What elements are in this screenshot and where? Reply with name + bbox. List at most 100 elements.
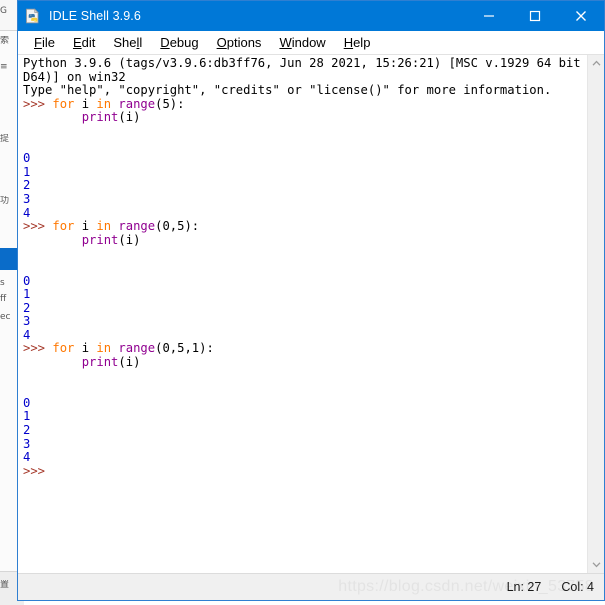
shell-token: 0 bbox=[23, 395, 31, 410]
menu-item-shell[interactable]: Shell bbox=[104, 33, 151, 53]
shell-token bbox=[23, 233, 82, 247]
shell-line: 1 bbox=[23, 410, 587, 424]
menu-item-edit[interactable]: Edit bbox=[64, 33, 104, 53]
shell-token: in bbox=[96, 219, 112, 234]
shell-line: >>> for i in range(5): bbox=[23, 96, 587, 112]
shell-line: print(i) bbox=[23, 232, 587, 248]
shell-token: 3 bbox=[23, 191, 31, 206]
screenshot-root: G 索 ≡ 提 功 s ff ec 置 IDLE Shell 3.9.6 Fil… bbox=[0, 0, 605, 605]
shell-line: 3 bbox=[23, 436, 587, 452]
shell-token: 3 bbox=[23, 436, 31, 451]
shell-token: i bbox=[74, 219, 97, 234]
maximize-button[interactable] bbox=[512, 1, 558, 31]
shell-line: 2 bbox=[23, 300, 587, 316]
shell-line: 4 bbox=[23, 327, 587, 343]
idle-shell-window: IDLE Shell 3.9.6 File Edit Shell Debug O… bbox=[17, 0, 605, 601]
shell-line: 4 bbox=[23, 205, 587, 221]
shell-line: Python 3.9.6 (tags/v3.9.6:db3ff76, Jun 2… bbox=[23, 56, 587, 71]
shell-token: 2 bbox=[23, 178, 31, 193]
shell-line: print(i) bbox=[23, 355, 587, 370]
shell-token: print bbox=[81, 355, 119, 370]
menu-item-debug[interactable]: Debug bbox=[151, 33, 207, 53]
menu-bar[interactable]: File Edit Shell Debug Options Window Hel… bbox=[18, 31, 604, 55]
shell-token: Python 3.9.6 (tags/v3.9.6:db3ff76, Jun 2… bbox=[23, 56, 587, 70]
shell-line: >>> for i in range(0,5): bbox=[23, 219, 587, 234]
scroll-down-arrow-icon[interactable] bbox=[588, 556, 605, 573]
shell-token: 2 bbox=[23, 423, 31, 438]
shell-token: (0,5): bbox=[155, 219, 200, 234]
window-title: IDLE Shell 3.9.6 bbox=[49, 9, 141, 23]
shell-line: 0 bbox=[23, 273, 587, 289]
shell-token: 1 bbox=[23, 164, 31, 179]
shell-line: D64)] on win32 bbox=[23, 69, 587, 85]
shell-token: print bbox=[81, 232, 119, 247]
shell-token: range bbox=[118, 219, 156, 234]
shell-token: 4 bbox=[23, 450, 31, 465]
status-line-indicator: Ln: 27 bbox=[506, 580, 542, 594]
shell-token: i bbox=[74, 341, 97, 356]
shell-token: i bbox=[74, 96, 97, 111]
shell-token: (5): bbox=[155, 96, 185, 111]
shell-line: 4 bbox=[23, 450, 587, 465]
shell-token: in bbox=[96, 96, 112, 111]
python-idle-icon bbox=[25, 8, 41, 24]
shell-line: print(i) bbox=[23, 111, 587, 125]
shell-token: (i) bbox=[118, 355, 141, 370]
menu-item-window[interactable]: Window bbox=[270, 33, 334, 53]
shell-line: Type "help", "copyright", "credits" or "… bbox=[23, 83, 587, 98]
shell-output-text[interactable]: Python 3.9.6 (tags/v3.9.6:db3ff76, Jun 2… bbox=[18, 55, 587, 573]
shell-token: (i) bbox=[118, 110, 141, 125]
shell-line: 1 bbox=[23, 164, 587, 180]
shell-line: >>> for i in range(0,5,1): bbox=[23, 342, 587, 356]
scrollbar-track[interactable] bbox=[588, 72, 605, 556]
shell-token bbox=[23, 110, 82, 124]
shell-token: >>> bbox=[23, 96, 53, 111]
shell-token: print bbox=[81, 110, 119, 125]
menu-item-help[interactable]: Help bbox=[335, 33, 380, 53]
shell-line: 1 bbox=[23, 287, 587, 302]
shell-line: 0 bbox=[23, 151, 587, 166]
shell-line: 2 bbox=[23, 423, 587, 438]
shell-token: for bbox=[52, 341, 75, 356]
scroll-up-arrow-icon[interactable] bbox=[588, 55, 605, 72]
shell-line: 2 bbox=[23, 179, 587, 193]
shell-token: in bbox=[96, 341, 112, 356]
shell-area: Python 3.9.6 (tags/v3.9.6:db3ff76, Jun 2… bbox=[18, 55, 604, 573]
shell-line: >>> bbox=[23, 463, 587, 479]
close-button[interactable] bbox=[558, 1, 604, 31]
shell-token: 2 bbox=[23, 300, 31, 315]
shell-token: Type "help", "copyright", "credits" or "… bbox=[23, 83, 552, 98]
shell-token: range bbox=[118, 341, 156, 356]
status-col-indicator: Col: 4 bbox=[561, 580, 594, 594]
shell-token: 4 bbox=[23, 205, 31, 220]
shell-line: 3 bbox=[23, 314, 587, 329]
shell-token: for bbox=[52, 219, 75, 234]
shell-token: >>> bbox=[23, 341, 53, 356]
minimize-button[interactable] bbox=[466, 1, 512, 31]
shell-line: 3 bbox=[23, 191, 587, 207]
shell-token: 1 bbox=[23, 409, 31, 424]
shell-token: 1 bbox=[23, 287, 31, 302]
menu-item-options[interactable]: Options bbox=[208, 33, 271, 53]
shell-token: (i) bbox=[118, 232, 141, 247]
shell-line: 0 bbox=[23, 395, 587, 411]
shell-token: 4 bbox=[23, 327, 31, 342]
shell-token bbox=[23, 355, 82, 369]
status-bar: https://blog.csdn.net/weixin_53758 Ln: 2… bbox=[18, 573, 604, 600]
shell-token: D64)] on win32 bbox=[23, 69, 126, 84]
shell-token: 0 bbox=[23, 273, 31, 288]
vertical-scrollbar[interactable] bbox=[587, 55, 604, 573]
shell-token: 0 bbox=[23, 151, 31, 166]
shell-token: 3 bbox=[23, 314, 31, 329]
shell-token: >>> bbox=[23, 219, 53, 234]
shell-token: >>> bbox=[23, 463, 53, 478]
menu-item-file[interactable]: File bbox=[25, 33, 64, 53]
shell-token: range bbox=[118, 96, 156, 111]
title-bar[interactable]: IDLE Shell 3.9.6 bbox=[18, 1, 604, 31]
